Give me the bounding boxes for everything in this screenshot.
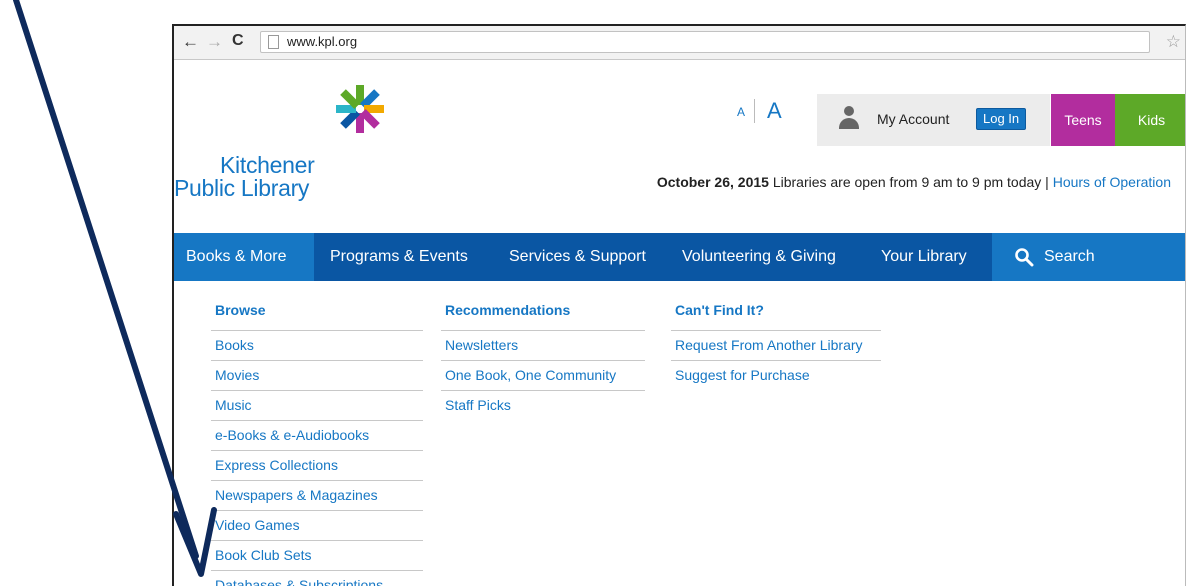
nav-programs-events[interactable]: Programs & Events [330, 233, 468, 281]
reload-button[interactable]: C [232, 32, 244, 50]
hours-today-text: Libraries are open from 9 am to 9 pm tod… [772, 174, 1042, 190]
page-icon [268, 35, 279, 49]
search-icon [1015, 248, 1034, 267]
recommendations-heading[interactable]: Recommendations [441, 299, 645, 331]
browser-window: ← → C www.kpl.org ☆ Kitchener Public Lib… [172, 24, 1186, 586]
login-button[interactable]: Log In [976, 108, 1027, 130]
my-account-link[interactable]: My Account [877, 111, 949, 127]
menu-link-newspapers[interactable]: Newspapers & Magazines [211, 481, 423, 511]
text-size-small-button[interactable]: A [737, 105, 745, 119]
nav-your-library[interactable]: Your Library [881, 233, 967, 281]
search-button[interactable]: Search [992, 233, 1185, 281]
back-button[interactable]: ← [182, 32, 199, 52]
logo-text-public-library[interactable]: Public Library [174, 176, 309, 200]
address-bar[interactable]: www.kpl.org [260, 31, 1150, 53]
bookmark-star-icon[interactable]: ☆ [1166, 32, 1181, 52]
menu-link-ebooks[interactable]: e-Books & e-Audiobooks [211, 421, 423, 451]
hours-of-operation-link[interactable]: Hours of Operation [1053, 174, 1171, 190]
teens-button[interactable]: Teens [1051, 94, 1115, 146]
text-size-divider [754, 99, 755, 123]
menu-link-staff-picks[interactable]: Staff Picks [441, 391, 645, 420]
user-icon [839, 106, 859, 130]
menu-link-request-another-library[interactable]: Request From Another Library [671, 331, 881, 361]
nav-books-more[interactable]: Books & More [174, 233, 314, 281]
current-date: October 26, 2015 [656, 174, 769, 190]
search-label: Search [1044, 248, 1095, 265]
kids-button[interactable]: Kids [1115, 94, 1185, 146]
cant-find-heading[interactable]: Can't Find It? [671, 299, 881, 331]
hours-banner: October 26, 2015 Libraries are open from… [657, 174, 1171, 190]
account-bar: My Account Log In [817, 94, 1050, 146]
browse-heading[interactable]: Browse [211, 299, 423, 331]
menu-link-books[interactable]: Books [211, 331, 423, 361]
library-logo-icon[interactable] [334, 83, 386, 135]
browse-column: Browse Books Movies Music e-Books & e-Au… [211, 299, 423, 586]
page-content: Kitchener Public Library A A My Account … [174, 61, 1185, 586]
recommendations-column: Recommendations Newsletters One Book, On… [441, 299, 645, 420]
menu-link-express-collections[interactable]: Express Collections [211, 451, 423, 481]
menu-link-one-book[interactable]: One Book, One Community [441, 361, 645, 391]
nav-volunteering-giving[interactable]: Volunteering & Giving [682, 233, 836, 281]
forward-button[interactable]: → [206, 32, 223, 52]
hours-separator: | [1045, 174, 1049, 190]
menu-link-databases[interactable]: Databases & Subscriptions [211, 571, 423, 586]
menu-link-movies[interactable]: Movies [211, 361, 423, 391]
browser-toolbar: ← → C www.kpl.org ☆ [174, 26, 1185, 60]
menu-link-music[interactable]: Music [211, 391, 423, 421]
main-navigation: Books & More Programs & Events Services … [174, 233, 1185, 281]
menu-link-video-games[interactable]: Video Games [211, 511, 423, 541]
menu-link-book-club-sets[interactable]: Book Club Sets [211, 541, 423, 571]
cant-find-column: Can't Find It? Request From Another Libr… [671, 299, 881, 390]
menu-link-suggest-purchase[interactable]: Suggest for Purchase [671, 361, 881, 390]
url-text: www.kpl.org [287, 34, 358, 49]
text-size-large-button[interactable]: A [767, 98, 782, 124]
nav-services-support[interactable]: Services & Support [509, 233, 646, 281]
logo-text-kitchener[interactable]: Kitchener [220, 153, 315, 177]
menu-link-newsletters[interactable]: Newsletters [441, 331, 645, 361]
